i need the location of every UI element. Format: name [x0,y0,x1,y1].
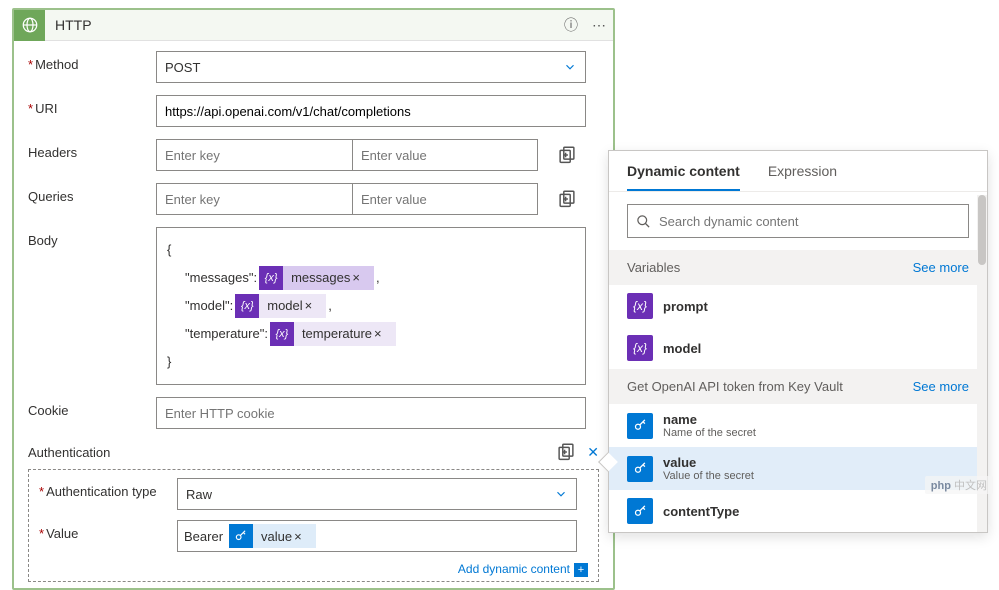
search-icon [636,214,651,229]
label-body: Body [28,227,156,248]
label-uri: URI [28,95,156,127]
remove-token-icon[interactable]: × [303,292,319,320]
token-kv-value[interactable]: value× [229,524,316,548]
keyvault-icon [627,498,653,524]
http-icon [14,10,45,41]
auth-value-input[interactable]: Bearer value× [177,520,577,552]
method-select[interactable]: POST [156,51,586,83]
queries-key-input[interactable] [156,183,352,215]
keyvault-icon [627,456,653,482]
scrollbar-thumb[interactable] [978,195,986,265]
variable-icon: {x} [627,293,653,319]
dynamic-search-input[interactable] [627,204,969,238]
label-cookie: Cookie [28,397,156,429]
body-line: } [167,348,575,376]
tab-expression[interactable]: Expression [768,163,837,191]
group-variables: Variables See more [609,250,987,285]
auth-section: Authentication type Raw Value Bearer val… [28,469,599,582]
label-authentication: Authentication [28,445,110,460]
card-title: HTTP [45,17,557,33]
label-auth-type: Authentication type [39,478,177,510]
chevron-down-icon [554,487,568,501]
variable-icon: {x} [270,322,294,346]
dyn-item-kv-name[interactable]: name Name of the secret [609,404,987,447]
dyn-item-model[interactable]: {x} model [609,327,987,369]
body-line: { [167,236,575,264]
dyn-item-prompt[interactable]: {x} prompt [609,285,987,327]
http-action-card: HTTP ⓘ ⋯ Method POST URI Headers [12,8,615,590]
body-line: "messages": {x} messages× , [167,264,575,292]
more-icon[interactable]: ⋯ [585,17,613,34]
label-headers: Headers [28,139,156,171]
group-keyvault: Get OpenAI API token from Key Vault See … [609,369,987,404]
token-messages[interactable]: {x} messages× [259,266,374,290]
remove-token-icon[interactable]: × [292,529,308,544]
token-model[interactable]: {x} model× [235,294,326,318]
plus-icon: + [574,563,588,577]
variable-icon: {x} [235,294,259,318]
headers-key-input[interactable] [156,139,352,171]
see-more-keyvault[interactable]: See more [913,379,969,394]
uri-input[interactable] [156,95,586,127]
keyvault-icon [627,413,653,439]
chevron-down-icon [563,60,577,74]
auth-type-value: Raw [186,487,212,502]
body-line: "temperature": {x} temperature× [167,320,575,348]
tab-dynamic-content[interactable]: Dynamic content [627,163,740,191]
method-value: POST [165,60,200,75]
add-dynamic-content-link[interactable]: Add dynamic content+ [39,562,588,577]
body-line: "model": {x} model× , [167,292,575,320]
auth-title-row: Authentication ✕ [28,441,599,463]
remove-token-icon[interactable]: × [350,264,366,292]
panel-tabs: Dynamic content Expression [609,151,987,192]
info-icon[interactable]: ⓘ [557,15,585,35]
queries-value-input[interactable] [352,183,538,215]
remove-token-icon[interactable]: × [372,320,388,348]
switch-mode-icon[interactable] [555,441,577,463]
variable-icon: {x} [259,266,283,290]
watermark: php 中文网 [925,476,993,494]
switch-mode-icon[interactable] [556,144,578,166]
label-method: Method [28,51,156,83]
keyvault-icon [229,524,253,548]
body-editor[interactable]: { "messages": {x} messages× , "model": {… [156,227,586,385]
see-more-variables[interactable]: See more [913,260,969,275]
label-queries: Queries [28,183,156,215]
cookie-input[interactable] [156,397,586,429]
variable-icon: {x} [627,335,653,361]
remove-auth-icon[interactable]: ✕ [587,444,599,461]
label-auth-value: Value [39,520,177,552]
switch-mode-icon[interactable] [556,188,578,210]
token-temperature[interactable]: {x} temperature× [270,322,396,346]
card-body: Method POST URI Headers [14,41,613,588]
card-header: HTTP ⓘ ⋯ [14,10,613,41]
auth-type-select[interactable]: Raw [177,478,577,510]
dyn-item-kv-contenttype[interactable]: contentType [609,490,987,532]
headers-value-input[interactable] [352,139,538,171]
